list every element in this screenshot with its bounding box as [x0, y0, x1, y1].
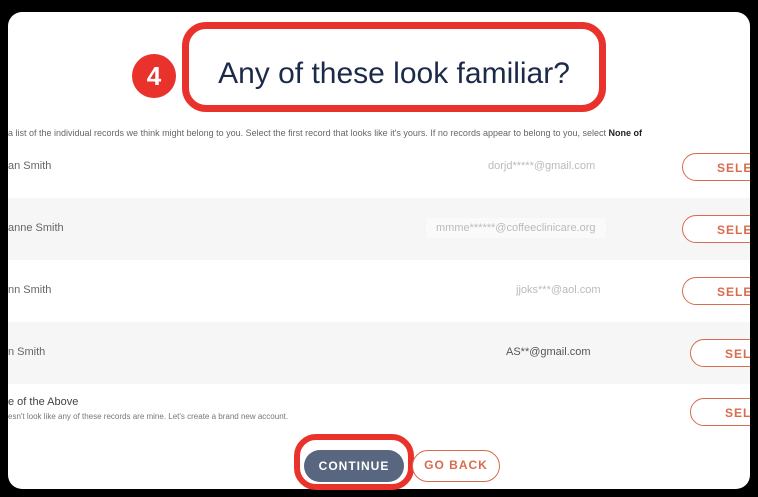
none-of-above-label: e of the Above — [8, 396, 79, 408]
record-name: nn Smith — [8, 284, 52, 296]
select-button[interactable]: SELE — [690, 339, 750, 367]
record-row: an Smith dorjd*****@gmail.com SELEC — [8, 136, 750, 198]
title-highlight: Any of these look familiar? — [182, 22, 606, 112]
select-button[interactable]: SELEC — [682, 215, 750, 243]
select-button[interactable]: SELE — [690, 398, 750, 426]
select-button[interactable]: SELEC — [682, 277, 750, 305]
select-button[interactable]: SELEC — [682, 153, 750, 181]
continue-button[interactable]: CONTINUE — [304, 450, 404, 482]
step-badge: 4 — [132, 54, 176, 98]
page-title: Any of these look familiar? — [218, 57, 570, 90]
record-email: jjoks***@aol.com — [516, 284, 601, 296]
record-row: n Smith AS**@gmail.com SELE — [8, 322, 750, 384]
record-name: n Smith — [8, 346, 46, 358]
record-row: nn Smith jjoks***@aol.com SELEC — [8, 260, 750, 322]
record-email: mmme******@coffeeclinicare.org — [426, 218, 606, 238]
record-name: an Smith — [8, 160, 52, 172]
record-name: anne Smith — [8, 222, 64, 234]
record-email: AS**@gmail.com — [506, 346, 591, 358]
none-of-above-description: esn't look like any of these records are… — [8, 412, 289, 421]
screenshot-frame: a list of the individual records we thin… — [0, 0, 758, 497]
go-back-button[interactable]: GO BACK — [412, 450, 500, 482]
record-email: dorjd*****@gmail.com — [488, 160, 596, 172]
record-row: anne Smith mmme******@coffeeclinicare.or… — [8, 198, 750, 260]
